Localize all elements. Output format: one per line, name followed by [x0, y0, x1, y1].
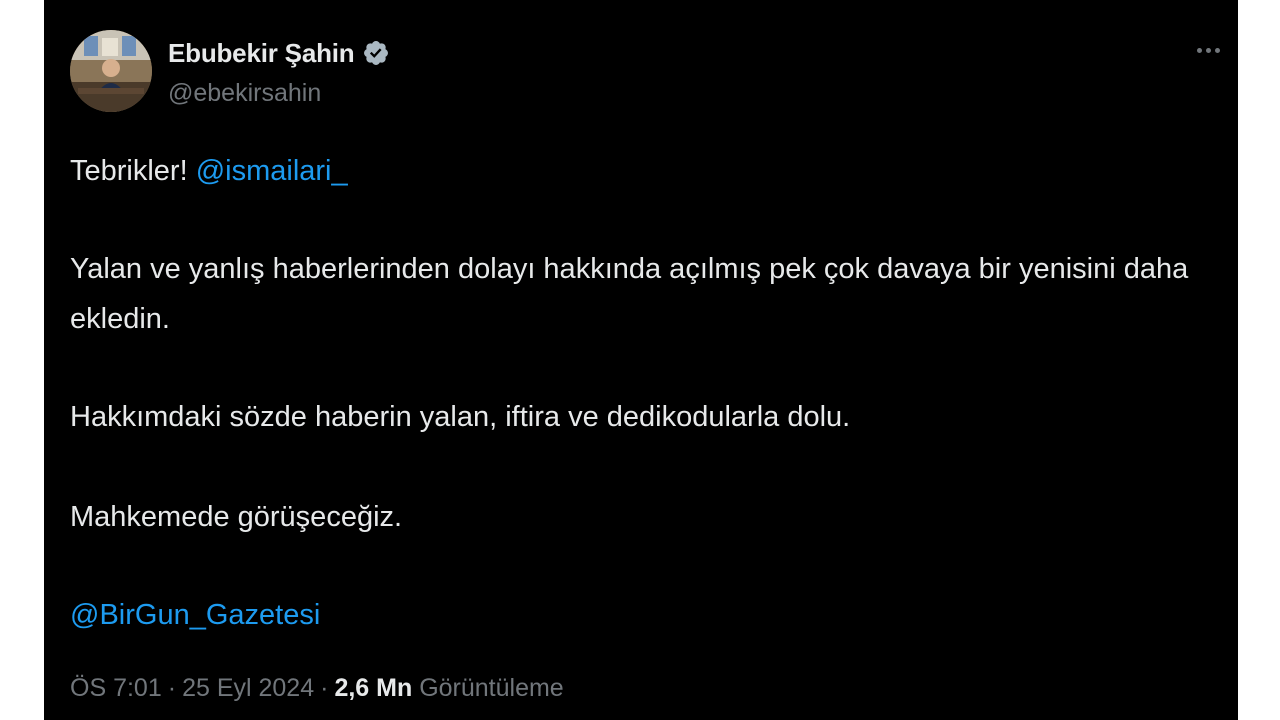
views-count[interactable]: 2,6 Mn: [334, 674, 412, 702]
tweet-paragraph-3: Hakkımdaki sözde haberin yalan, iftira v…: [70, 401, 851, 433]
mention-link-ismailari[interactable]: @ismailari_: [196, 155, 348, 187]
tweet-time[interactable]: ÖS 7:01: [70, 674, 162, 702]
more-dot: [1214, 47, 1220, 53]
tweet-paragraph-4: Mahkemede görüşeceğiz.: [70, 501, 403, 533]
avatar-photo-icon: [70, 30, 152, 112]
tweet-card: Ebubekir Şahin @ebekirsahin Tebrikler! @…: [44, 0, 1238, 720]
tweet-line-greeting: Tebrikler! @ismailari_: [70, 146, 348, 196]
author-name-row: Ebubekir Şahin: [168, 38, 390, 68]
verified-badge-icon[interactable]: [362, 39, 390, 67]
more-dot: [1196, 47, 1202, 53]
meta-separator: ·: [320, 674, 329, 702]
more-dot: [1205, 47, 1211, 53]
tweet-date[interactable]: 25 Eyl 2024: [182, 674, 314, 702]
more-options-icon[interactable]: [1188, 38, 1228, 62]
author-display-name[interactable]: Ebubekir Şahin: [168, 38, 355, 69]
tweet-line-mention: @BirGun_Gazetesi: [70, 590, 320, 640]
mention-link-birgun[interactable]: @BirGun_Gazetesi: [70, 599, 320, 631]
tweet-greeting: Tebrikler!: [70, 155, 188, 187]
meta-separator: ·: [167, 674, 177, 702]
tweet-paragraph-2: Yalan ve yanlış haberlerinden dolayı hak…: [70, 253, 1189, 335]
page-background: Ebubekir Şahin @ebekirsahin Tebrikler! @…: [0, 0, 1280, 720]
tweet-meta: ÖS 7:01 · 25 Eyl 2024 · 2,6 Mn Görüntüleme: [70, 674, 564, 703]
avatar[interactable]: [70, 30, 152, 112]
views-label: Görüntüleme: [419, 674, 564, 702]
author-handle[interactable]: @ebekirsahin: [168, 79, 321, 108]
